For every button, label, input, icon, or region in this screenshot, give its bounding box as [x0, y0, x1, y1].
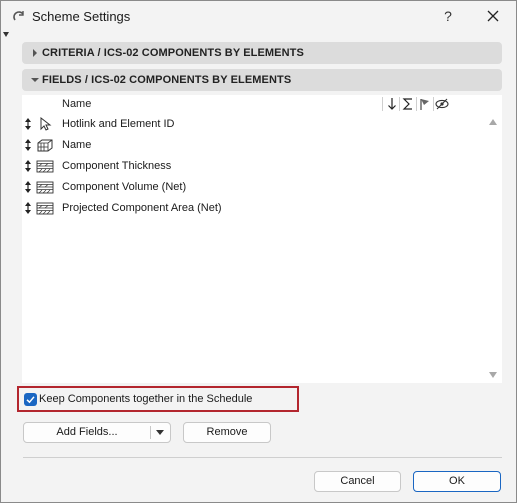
field-row[interactable]: Name — [22, 135, 484, 155]
help-button[interactable]: ? — [435, 5, 461, 27]
resize-handle-icon — [3, 32, 9, 37]
hatch-pattern-icon — [36, 202, 54, 215]
keep-components-highlight: Keep Components together in the Schedule — [17, 386, 299, 412]
sort-descending-icon[interactable] — [385, 97, 399, 111]
criteria-section-label: CRITERIA / ICS-02 COMPONENTS BY ELEMENTS — [42, 47, 304, 59]
pointer-arrow-icon — [40, 117, 52, 131]
fields-section-label: FIELDS / ICS-02 COMPONENTS BY ELEMENTS — [42, 74, 292, 86]
column-divider — [416, 97, 417, 111]
scheme-settings-dialog: Scheme Settings ? CRITERIA / ICS-02 COMP… — [0, 0, 517, 503]
keep-components-checkbox[interactable] — [24, 393, 37, 406]
field-label: Component Thickness — [62, 160, 172, 172]
app-icon — [13, 11, 24, 21]
chevron-right-icon — [33, 49, 37, 57]
remove-button[interactable]: Remove — [183, 422, 271, 443]
split-divider — [150, 426, 151, 439]
drag-handle-icon[interactable] — [24, 139, 32, 151]
add-fields-split-button: Add Fields... — [23, 422, 171, 443]
close-button[interactable] — [480, 5, 506, 27]
sum-icon[interactable] — [401, 97, 415, 111]
title-bar: Scheme Settings ? — [1, 1, 516, 32]
window-title: Scheme Settings — [32, 9, 131, 24]
field-row[interactable]: Component Volume (Net) — [22, 177, 484, 197]
field-row[interactable]: Projected Component Area (Net) — [22, 198, 484, 218]
ok-button[interactable]: OK — [413, 471, 501, 492]
field-label: Name — [62, 139, 92, 151]
chevron-down-icon[interactable] — [155, 429, 165, 437]
chevron-down-icon — [31, 78, 39, 82]
field-list: Name Hotlink and Element ID Name Compone… — [22, 95, 502, 383]
hatch-pattern-icon — [36, 181, 54, 194]
drag-handle-icon[interactable] — [24, 160, 32, 172]
column-divider — [399, 97, 400, 111]
keep-components-label[interactable]: Keep Components together in the Schedule — [39, 393, 252, 405]
close-icon — [487, 10, 499, 22]
hide-eye-icon[interactable] — [435, 97, 449, 111]
column-divider — [382, 97, 383, 111]
column-divider — [433, 97, 434, 111]
field-list-header: Name — [22, 95, 484, 113]
flag-icon[interactable] — [418, 97, 432, 111]
criteria-section-header[interactable]: CRITERIA / ICS-02 COMPONENTS BY ELEMENTS — [22, 42, 502, 64]
scroll-down-arrow-icon[interactable] — [488, 371, 498, 379]
scroll-up-arrow-icon[interactable] — [488, 118, 498, 126]
fields-section-header[interactable]: FIELDS / ICS-02 COMPONENTS BY ELEMENTS — [22, 69, 502, 91]
element-box-icon — [37, 139, 53, 152]
field-label: Hotlink and Element ID — [62, 118, 175, 130]
field-label: Projected Component Area (Net) — [62, 202, 222, 214]
field-row[interactable]: Component Thickness — [22, 156, 484, 176]
drag-handle-icon[interactable] — [24, 202, 32, 214]
checkmark-icon — [26, 396, 35, 404]
field-row[interactable]: Hotlink and Element ID — [22, 114, 484, 134]
field-label: Component Volume (Net) — [62, 181, 187, 193]
drag-handle-icon[interactable] — [24, 181, 32, 193]
footer-divider — [23, 457, 502, 458]
drag-handle-icon[interactable] — [24, 118, 32, 130]
hatch-pattern-icon — [36, 160, 54, 173]
column-header-name[interactable]: Name — [62, 98, 91, 110]
cancel-button[interactable]: Cancel — [314, 471, 401, 492]
add-fields-button[interactable]: Add Fields... — [24, 423, 150, 442]
